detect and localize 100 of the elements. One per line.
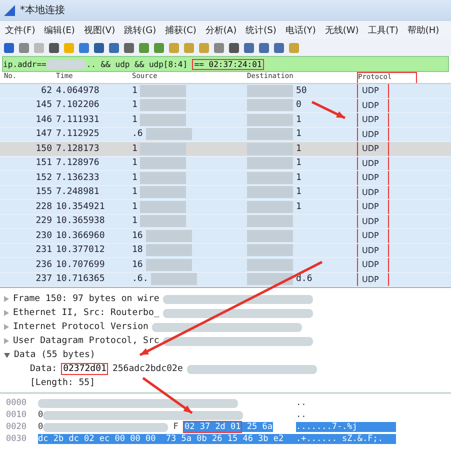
table-cell-text: 155 (34, 187, 53, 198)
packet-row[interactable]: 236 10.707699 16 UDP (0, 258, 451, 272)
table-cell-text: 7.112925 (56, 129, 100, 140)
packet-row[interactable]: 147 7.112925 .6 1 UDP (0, 128, 451, 142)
menu-item[interactable]: 视图(V) (84, 24, 116, 36)
tree-item[interactable]: Frame 150: 97 bytes on wire (13, 294, 160, 304)
tree-item[interactable]: Internet Protocol Version (13, 322, 148, 332)
table-cell: 1 (296, 144, 302, 154)
packet-row[interactable]: 230 10.366960 16 UDP (0, 229, 451, 244)
table-cell-text: 231 (34, 245, 53, 256)
tree-item[interactable]: Ethernet II, Src: Routerbo_ (13, 308, 160, 318)
tree-item[interactable]: Data (55 bytes) (14, 350, 96, 360)
table-cell: UDP (357, 258, 389, 272)
menu-item[interactable]: 编辑(E) (44, 24, 75, 36)
table-cell: d.6 (296, 274, 312, 284)
redaction-blur (140, 172, 186, 184)
annotation-arrow (311, 100, 346, 120)
offset-text: 0010 (6, 410, 28, 420)
ascii-text: .. (296, 410, 308, 420)
table-cell: 1 (296, 129, 302, 140)
table-cell: UDP (357, 229, 389, 242)
redaction-blur (140, 142, 186, 155)
redaction-blur (140, 200, 186, 213)
table-cell: UDP (357, 171, 389, 184)
table-cell-text: 10.366960 (56, 230, 106, 241)
hex-bytes: dc 2b dc 02 ec 00 00 00 73 5a 0b 26 15 46 3b e2 (38, 434, 296, 444)
table-cell-text: 145 (34, 100, 53, 110)
redaction-blur (247, 230, 293, 242)
table-cell: 1 (296, 202, 302, 212)
packet-row[interactable]: 145 7.102206 1 0 UDP (0, 98, 451, 113)
tree-item[interactable]: User Datagram Protocol, Src (13, 336, 160, 346)
table-cell: .6. (132, 274, 148, 284)
menu-item[interactable]: 工具(T) (368, 24, 398, 36)
table-cell-text: 7.248981 (56, 187, 100, 198)
table-cell: 1 (132, 158, 138, 168)
table-cell-text: 62 (40, 86, 53, 96)
redaction-blur (247, 215, 293, 228)
packet-row[interactable]: 146 7.111931 1 1 UDP (0, 113, 451, 128)
table-cell: 0 (296, 100, 302, 110)
table-cell-text: 7.136233 (56, 172, 100, 183)
packet-row[interactable]: 150 7.128173 1 1 UDP (0, 142, 451, 156)
menu-item[interactable]: 捕获(C) (165, 24, 196, 36)
table-cell: 1 (296, 158, 302, 168)
redaction-blur (247, 142, 293, 155)
expander-icon[interactable] (4, 352, 10, 358)
table-cell-text: 236 (34, 260, 53, 270)
table-cell: 18 (132, 245, 143, 256)
packet-row[interactable]: 151 7.128976 1 1 UDP (0, 156, 451, 171)
table-cell: UDP (357, 214, 389, 228)
table-cell-text: 146 (34, 114, 53, 125)
table-cell: 16 (132, 230, 143, 241)
tree-item[interactable]: [Length: 55] (30, 378, 96, 388)
filter-field[interactable]: ip.addr== .. && udp && udp[8:4] == 02:37:24:01 (2, 56, 449, 72)
filter-text: .. && udp && udp[8:4] (86, 60, 189, 68)
table-cell: 16 (132, 260, 143, 270)
table-cell: 1 (132, 187, 138, 198)
table-cell-text: 237 (34, 274, 53, 284)
highlighted-data-text: 02372d01 (61, 363, 108, 375)
table-cell: 1 (132, 144, 138, 154)
table-cell: UDP (357, 156, 389, 170)
redaction-blur (247, 244, 293, 256)
packet-row[interactable]: 228 10.354921 1 1 UDP (0, 200, 451, 214)
table-cell: UDP (357, 244, 389, 257)
table-cell: UDP (357, 113, 389, 126)
redaction-blur (247, 128, 293, 140)
tree-item[interactable]: Data: (30, 364, 58, 374)
table-cell-text: 10.707699 (56, 260, 106, 270)
redaction-blur (140, 186, 186, 198)
table-cell-text: 10.716365 (56, 274, 106, 284)
packet-row[interactable]: 62 4.064978 1 50 UDP (0, 84, 451, 98)
ascii-text: .. (296, 398, 308, 408)
table-cell: UDP (357, 272, 389, 286)
redaction-blur (140, 215, 186, 228)
packet-row[interactable]: 152 7.136233 1 1 UDP (0, 171, 451, 186)
table-cell: 1 (132, 86, 138, 96)
menu-item[interactable]: 跳转(G) (124, 24, 156, 36)
packet-row[interactable]: 229 10.365938 1 UDP (0, 214, 451, 229)
highlighted-filter-text: == 02:37:24:01 (192, 58, 264, 70)
packet-row[interactable]: 237 10.716365 .6. d.6 UDP (0, 272, 451, 287)
menu-item[interactable]: 帮助(H) (407, 24, 440, 36)
table-cell-text: 7.128976 (56, 158, 100, 168)
menu-item[interactable]: 文件(F) (5, 24, 36, 36)
menu-item[interactable]: 电话(Y) (285, 24, 316, 36)
packet-row[interactable]: 155 7.248981 1 1 UDP (0, 186, 451, 200)
redaction-blur (151, 273, 198, 286)
redaction-blur (146, 244, 192, 256)
redaction-blur (247, 258, 293, 271)
redaction-blur (146, 230, 192, 242)
table-cell: 1 (296, 187, 302, 198)
menu-item[interactable]: 无线(W) (324, 24, 359, 36)
redaction-blur (247, 186, 293, 198)
menu-item[interactable]: 统计(S) (246, 24, 276, 36)
table-cell-text: 151 (34, 158, 53, 168)
table-cell-text: 150 (34, 144, 53, 154)
packet-row[interactable]: 231 10.377012 18 UDP (0, 244, 451, 258)
table-cell: UDP (357, 128, 389, 141)
redaction-blur (140, 99, 186, 112)
menu-item[interactable]: 分析(A) (205, 24, 237, 36)
hex-bytes: 0 (38, 422, 44, 432)
redaction-blur (140, 114, 186, 126)
